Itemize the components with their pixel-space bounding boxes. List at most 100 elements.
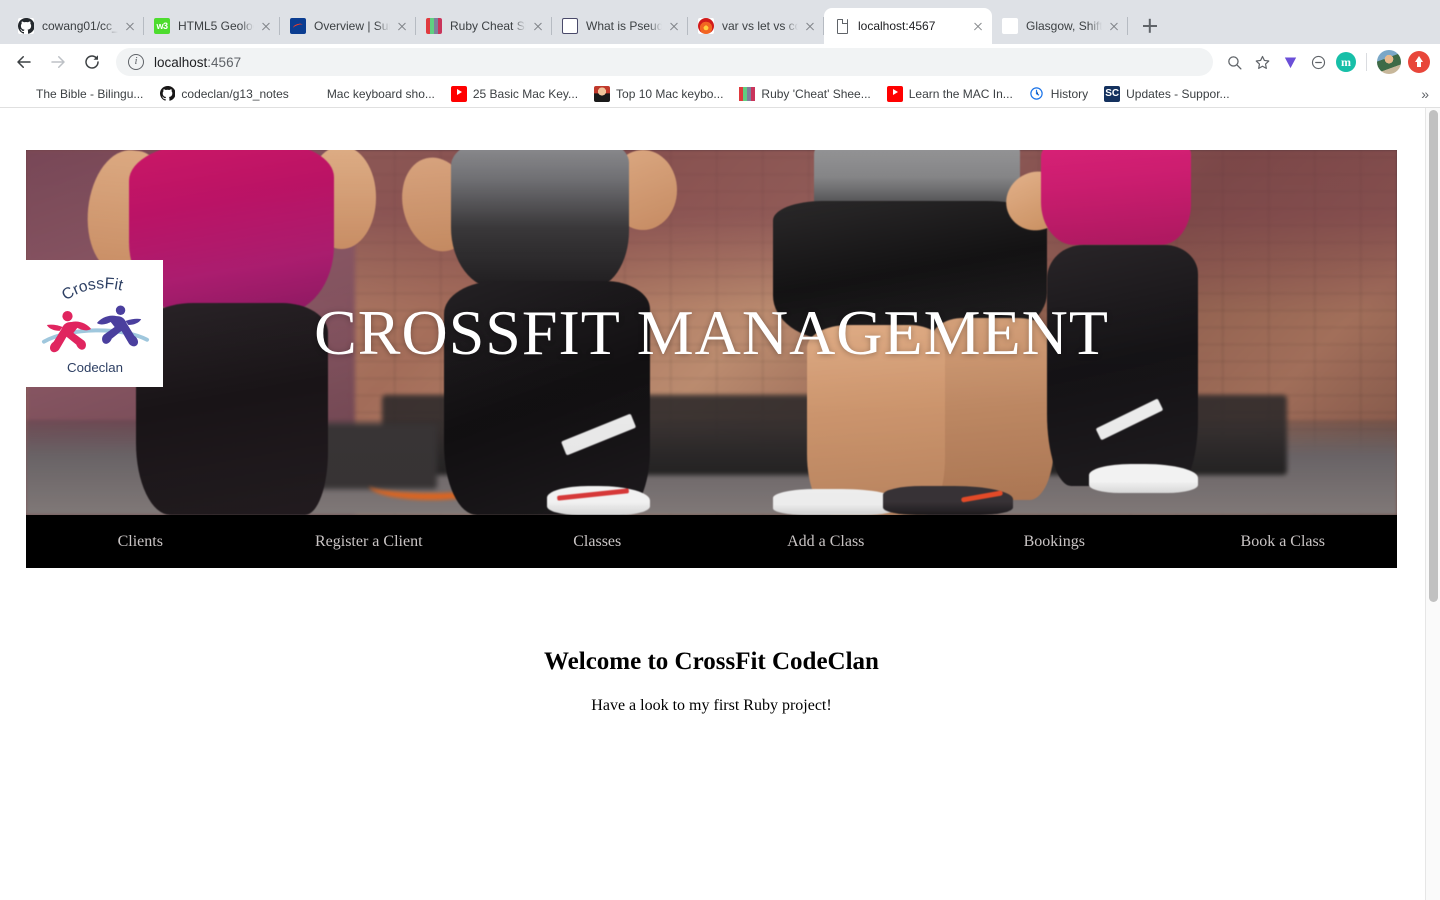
bookmark-star-icon[interactable] [1249,49,1275,75]
document-icon [834,18,850,34]
bookmark-label: codeclan/g13_notes [181,86,289,101]
url-port: :4567 [207,54,242,70]
site-logo[interactable]: CrossFit Codeclan [26,260,163,387]
address-bar[interactable]: i localhost:4567 [116,48,1213,76]
bookmark-label: Mac keyboard sho... [326,86,435,101]
moon-icon: ☾ [1002,18,1018,34]
update-button[interactable] [1404,49,1430,75]
toolbar-divider [1366,53,1367,71]
back-button[interactable] [10,48,38,76]
tab-title: localhost:4567 [858,19,936,33]
nav-link-bookings[interactable]: Bookings [940,533,1169,550]
tab-close-icon[interactable] [258,18,274,34]
page-scrollbar[interactable] [1425,108,1440,900]
bookmark-item[interactable]: ✝ The Bible - Bilingu... [14,85,144,102]
github-icon [159,85,176,102]
bookmark-item[interactable]: 25 Basic Mac Key... [450,85,579,102]
person-icon [594,85,611,102]
browser-tab-active-localhost[interactable]: localhost:4567 [824,8,992,44]
tab-title: Ruby Cheat Sheet [450,19,526,33]
new-tab-button[interactable] [1136,12,1164,40]
w3c-icon: w3 [154,18,170,34]
github-icon [18,18,34,34]
circle-extension-icon[interactable] [1305,49,1331,75]
profile-avatar[interactable] [1376,49,1402,75]
main-content: Welcome to CrossFit CodeClan Have a look… [26,568,1397,715]
nav-link-clients[interactable]: Clients [26,533,255,550]
bookmark-item[interactable]: SC Updates - Suppor... [1104,85,1230,102]
browser-tab-4[interactable]: Ruby Cheat Sheet [416,8,552,44]
crossfit-page: CROSSFIT MANAGEMENT CrossFit Codeclan Cl… [0,108,1425,900]
browser-tab-1[interactable]: cowang01/cc_space [8,8,144,44]
tab-title: cowang01/cc_space [42,19,118,33]
search-icon[interactable] [1221,49,1247,75]
tab-close-icon[interactable] [970,18,986,34]
hero-banner: CROSSFIT MANAGEMENT CrossFit Codeclan [26,150,1397,515]
ring-icon: V [562,18,578,34]
cross-icon: ✝ [14,85,30,102]
youtube-icon [450,85,467,102]
bookmark-label: The Bible - Bilingu... [36,86,144,101]
update-arrow-icon [1408,51,1430,73]
tab-close-icon[interactable] [666,18,682,34]
bookmark-label: Updates - Suppor... [1126,86,1230,101]
ruby-doc-icon [739,85,756,102]
bookmark-item[interactable]: codeclan/g13_notes [159,85,289,102]
sc-icon: SC [1104,85,1121,102]
browser-tab-6[interactable]: var vs let vs const [688,8,824,44]
site-navigation: Clients Register a Client Classes Add a … [26,515,1397,568]
svg-text:CrossFit: CrossFit [58,275,124,304]
v-extension-icon[interactable] [1277,49,1303,75]
nasa-icon [290,18,306,34]
scrollbar-thumb[interactable] [1429,110,1438,602]
site-info-icon[interactable]: i [128,54,144,70]
toolbar-icons: m [1219,49,1430,75]
nav-link-classes[interactable]: Classes [483,533,712,550]
tab-strip: cowang01/cc_space w3 HTML5 Geolocation O… [0,0,1440,44]
tab-close-icon[interactable] [394,18,410,34]
reload-button[interactable] [78,48,106,76]
page-viewport: CROSSFIT MANAGEMENT CrossFit Codeclan Cl… [0,108,1440,900]
tab-title: What is Pseudo-co [586,19,662,33]
url-text: localhost:4567 [154,55,241,70]
bookmark-label: Ruby 'Cheat' Shee... [761,86,871,101]
forward-button[interactable] [44,48,72,76]
nav-link-add-a-class[interactable]: Add a Class [712,533,941,550]
youtube-icon [886,85,903,102]
url-host: localhost [154,54,208,70]
hero-title: CROSSFIT MANAGEMENT [314,296,1109,368]
bookmark-item[interactable]: Mac keyboard sho... [304,85,435,102]
nav-link-book-a-class[interactable]: Book a Class [1169,533,1398,550]
extension-badge-label: m [1336,52,1356,72]
bookmark-item[interactable]: Ruby 'Cheat' Shee... [739,85,871,102]
bookmark-item[interactable]: Top 10 Mac keybo... [594,85,723,102]
bookmark-label: 25 Basic Mac Key... [472,86,579,101]
tab-close-icon[interactable] [802,18,818,34]
tab-close-icon[interactable] [1106,18,1122,34]
page-heading: Welcome to CrossFit CodeClan [544,648,879,675]
history-icon [1028,85,1045,102]
browser-window: cowang01/cc_space w3 HTML5 Geolocation O… [0,0,1440,900]
browser-tab-5[interactable]: V What is Pseudo-co [552,8,688,44]
tab-close-icon[interactable] [122,18,138,34]
svg-text:Codeclan: Codeclan [67,360,123,375]
browser-tab-3[interactable]: Overview | Sun – N [280,8,416,44]
browser-tab-8[interactable]: ☾ Glasgow, Shift you [992,8,1128,44]
bookmarks-overflow-button[interactable]: » [1421,86,1429,102]
avatar [1377,50,1401,74]
tab-title: HTML5 Geolocation [178,19,254,33]
ruby-doc-icon [426,18,442,34]
bookmarks-bar: ✝ The Bible - Bilingu... codeclan/g13_no… [0,80,1440,108]
bookmark-item[interactable]: Learn the MAC In... [886,85,1013,102]
nav-link-register-a-client[interactable]: Register a Client [255,533,484,550]
bookmark-item[interactable]: History [1028,85,1089,102]
tab-title: Overview | Sun – N [314,19,390,33]
crossfit-codeclan-logo-icon: CrossFit Codeclan [41,275,149,375]
flame-icon [698,18,714,34]
browser-tab-2[interactable]: w3 HTML5 Geolocation [144,8,280,44]
tab-close-icon[interactable] [530,18,546,34]
grammarly-extension-icon[interactable]: m [1333,49,1359,75]
bookmark-label: History [1050,86,1089,101]
tab-title: var vs let vs const [722,19,798,33]
tab-title: Glasgow, Shift you [1026,19,1102,33]
